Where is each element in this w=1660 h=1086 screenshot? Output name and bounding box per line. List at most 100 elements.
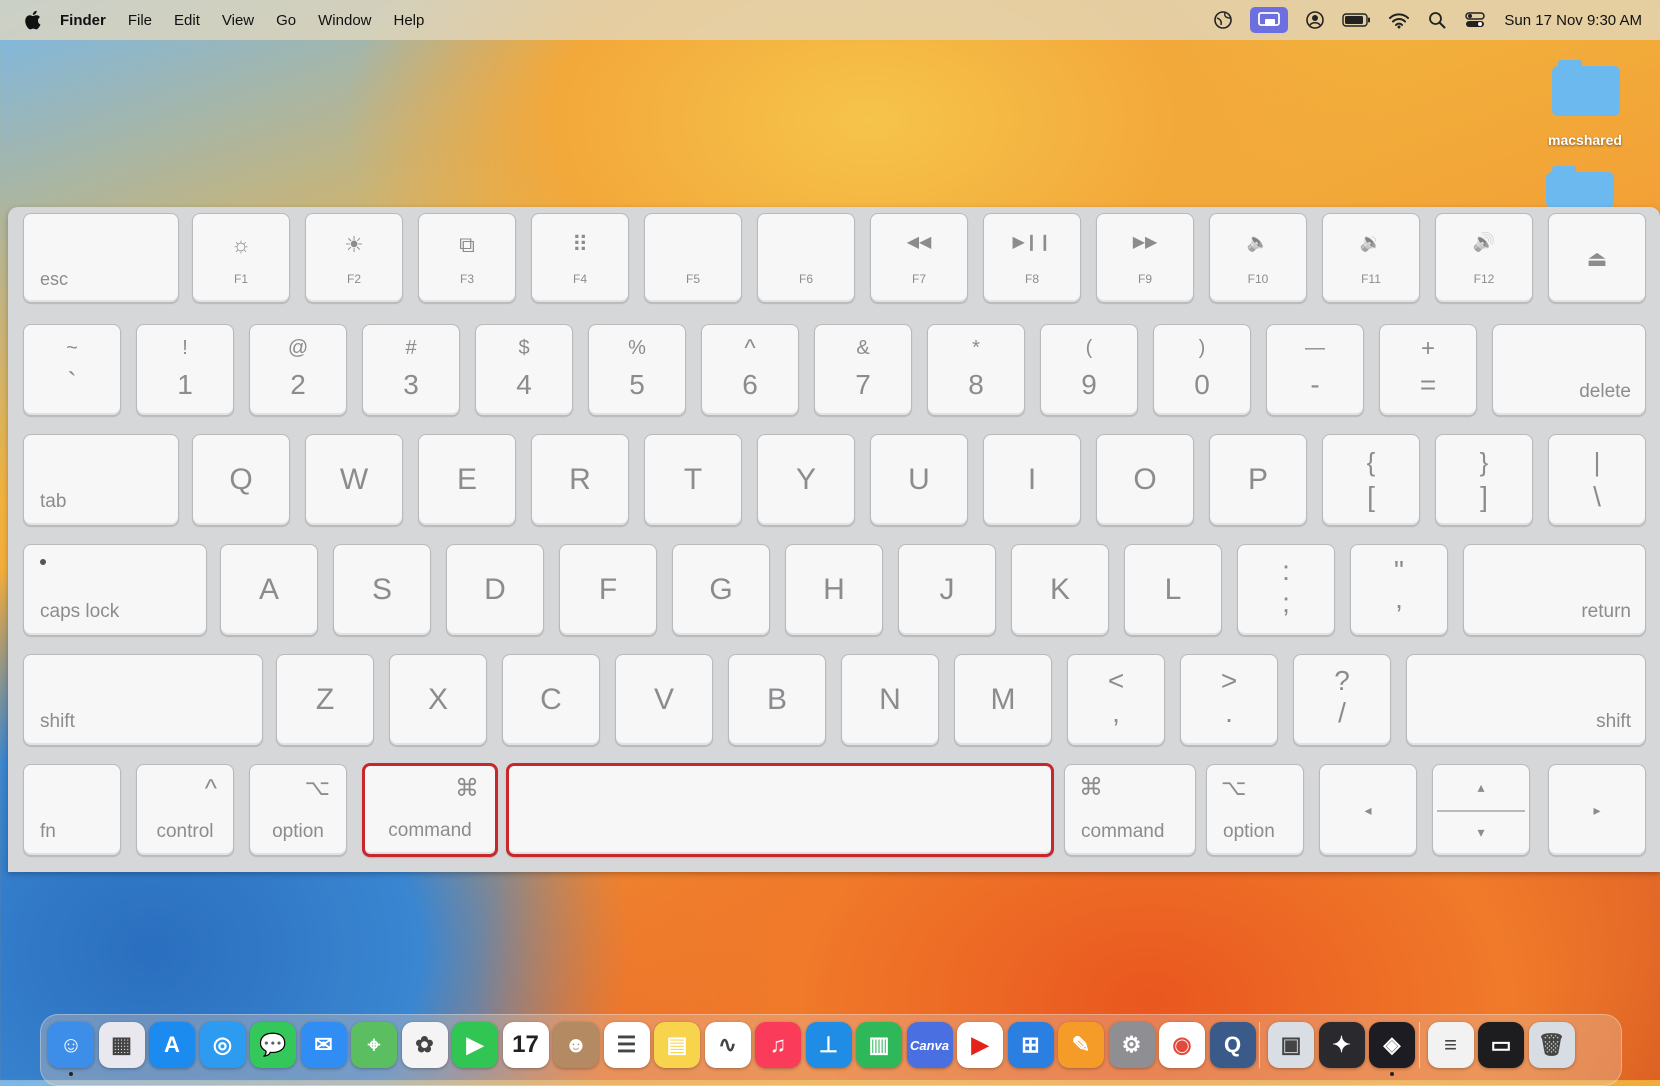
caps-lock-indicator: [40, 559, 46, 565]
key-4: $ 4: [475, 324, 573, 416]
numbers-icon[interactable]: ▥: [856, 1022, 902, 1068]
key-label: command: [388, 820, 472, 841]
windows-app-icon[interactable]: ⊞: [1007, 1022, 1054, 1068]
key-shift-symbol: *: [972, 337, 980, 359]
key-symbol: /: [1338, 697, 1346, 728]
key-shift-symbol: #: [405, 337, 417, 359]
notes-icon[interactable]: ▤: [654, 1022, 700, 1068]
photos-glyph: ✿: [415, 1032, 434, 1057]
safari-glyph: ◎: [212, 1032, 233, 1057]
key-f7: ◀◀ F7: [870, 213, 968, 303]
key-letter: N: [879, 683, 901, 716]
running-indicator: [1390, 1072, 1394, 1076]
wifi-icon[interactable]: [1388, 9, 1410, 31]
menu-window[interactable]: Window: [318, 12, 371, 29]
keynote-icon[interactable]: ⊥: [805, 1022, 852, 1068]
key-f5: F5: [644, 213, 742, 303]
key-letter: Q: [229, 463, 253, 496]
globe-status-icon[interactable]: [1212, 9, 1234, 31]
mail-icon[interactable]: ✉: [300, 1022, 347, 1068]
html-document-icon[interactable]: ≡: [1427, 1022, 1474, 1068]
contacts-glyph: ☻: [564, 1032, 588, 1057]
key-label: F9: [1137, 272, 1152, 286]
key-0: ) 0: [1153, 324, 1251, 416]
youtube-icon[interactable]: ▶: [957, 1022, 1003, 1068]
key-label: F4: [572, 272, 587, 286]
trash-icon[interactable]: 🗑: [1528, 1022, 1575, 1068]
key-label: F7: [911, 272, 926, 286]
key-right-option: ⌥ option: [1206, 764, 1304, 856]
canva-icon[interactable]: Canva: [906, 1022, 953, 1068]
photos-icon[interactable]: ✿: [401, 1022, 448, 1068]
davinci-resolve-icon[interactable]: ✦: [1318, 1022, 1365, 1068]
menu-help[interactable]: Help: [394, 12, 425, 29]
key-shift-symbol: !: [182, 337, 188, 359]
quicktime-icon[interactable]: Q: [1209, 1022, 1256, 1068]
apple-icon[interactable]: [22, 9, 42, 31]
key-x: X: [389, 654, 487, 746]
safari-icon[interactable]: ◎: [199, 1022, 246, 1068]
freeform-icon[interactable]: ∿: [704, 1022, 751, 1068]
key-label: F3: [459, 272, 474, 286]
key-label: F11: [1361, 272, 1381, 286]
desktop-folder-icon-2[interactable]: [1546, 166, 1614, 208]
music-icon[interactable]: ♫: [755, 1022, 801, 1068]
key-letter: Z: [315, 683, 335, 716]
key-shift-symbol: —: [1305, 337, 1325, 359]
launchpad-grid-icon: ⠿: [571, 232, 589, 257]
contacts-icon[interactable]: ☻: [553, 1022, 599, 1068]
freeform-glyph: ∿: [718, 1032, 737, 1057]
key-label: F1: [233, 272, 248, 286]
arrow-down-icon: ▾: [1477, 824, 1485, 840]
key-shift-symbol: @: [287, 337, 309, 359]
key-shift-symbol: <: [1107, 665, 1125, 696]
key-f8: ▶❙❙ F8: [983, 213, 1081, 303]
key-label: return: [1581, 601, 1631, 622]
mail-glyph: ✉: [314, 1032, 333, 1057]
system-settings-icon[interactable]: ⚙: [1108, 1022, 1155, 1068]
html-document-glyph: ≡: [1444, 1032, 1457, 1057]
key-u: U: [870, 434, 968, 526]
mission-control-icon: ⧉: [459, 232, 475, 257]
battery-icon[interactable]: [1342, 9, 1372, 31]
key-label: shift: [1596, 711, 1631, 732]
key-shift-symbol: $: [518, 337, 530, 359]
screen-mirroring-icon[interactable]: [1250, 7, 1289, 33]
dock-separator: [1418, 1022, 1420, 1068]
menu-edit[interactable]: Edit: [174, 12, 200, 29]
launchpad-icon[interactable]: ▦: [98, 1022, 145, 1068]
key-letter: X: [427, 683, 448, 716]
key-a: A: [220, 544, 318, 636]
pages-icon[interactable]: ✎: [1058, 1022, 1104, 1068]
menu-clock[interactable]: Sun 17 Nov 9:30 AM: [1504, 12, 1642, 29]
finder-icon[interactable]: ☺: [48, 1022, 94, 1068]
desktop-folder-icon[interactable]: [1552, 60, 1620, 116]
menu-go[interactable]: Go: [276, 12, 296, 29]
key-equals: + =: [1379, 324, 1477, 416]
facetime-icon[interactable]: ▶: [452, 1022, 498, 1068]
reminders-icon[interactable]: ☰: [603, 1022, 650, 1068]
key-shift-symbol: |: [1593, 447, 1601, 477]
key-g: G: [672, 544, 770, 636]
messages-icon[interactable]: 💬: [250, 1022, 296, 1068]
facetime-glyph: ▶: [466, 1032, 484, 1057]
screenshot-icon[interactable]: ▭: [1478, 1022, 1524, 1068]
spotlight-search-icon[interactable]: [1426, 9, 1448, 31]
menu-app-finder[interactable]: Finder: [60, 12, 106, 29]
maps-icon[interactable]: ⌖: [351, 1022, 397, 1068]
user-account-icon[interactable]: [1304, 9, 1326, 31]
key-letter: S: [371, 573, 392, 606]
control-center-icon[interactable]: [1464, 9, 1486, 31]
key-label: F10: [1247, 272, 1269, 286]
key-3: # 3: [362, 324, 460, 416]
preview-icon[interactable]: ▣: [1268, 1022, 1314, 1068]
key-shift-symbol: ): [1198, 337, 1206, 359]
key-symbol: 5: [629, 369, 645, 400]
menu-view[interactable]: View: [222, 12, 254, 29]
chrome-icon[interactable]: ◉: [1159, 1022, 1205, 1068]
status-area: Sun 17 Nov 9:30 AM: [1196, 0, 1642, 40]
calendar-icon[interactable]: 17: [502, 1022, 549, 1068]
menu-file[interactable]: File: [128, 12, 152, 29]
app-store-icon[interactable]: A: [149, 1022, 195, 1068]
screen-studio-icon[interactable]: ◈: [1369, 1022, 1415, 1068]
